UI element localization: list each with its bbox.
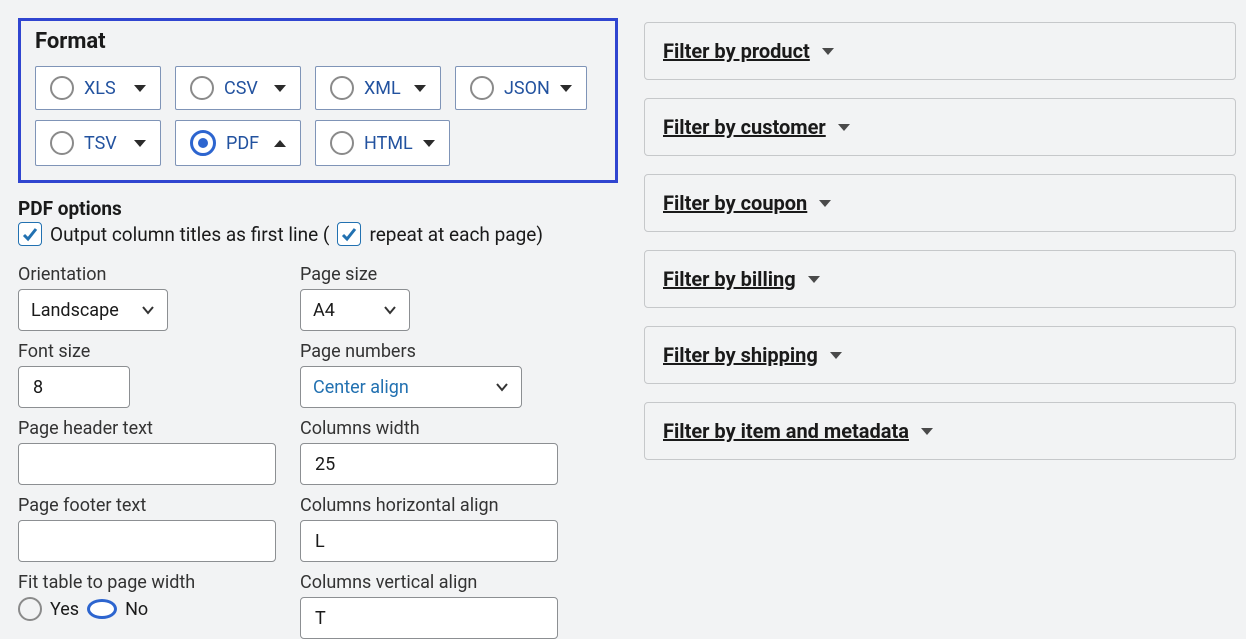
format-option-tsv[interactable]: TSV — [35, 120, 161, 166]
radio-icon — [330, 76, 354, 100]
font-size-value[interactable] — [31, 376, 117, 399]
page-numbers-label: Page numbers — [300, 341, 558, 362]
filter-title: Filter by coupon — [663, 191, 807, 215]
page-footer-text-input[interactable] — [18, 520, 276, 562]
format-option-pdf[interactable]: PDF — [175, 120, 301, 166]
pdf-options-heading: PDF options — [18, 197, 618, 220]
columns-h-align-label: Columns horizontal align — [300, 495, 558, 516]
radio-icon — [50, 76, 74, 100]
page-footer-text-value[interactable] — [31, 530, 263, 553]
filter-title: Filter by product — [663, 39, 810, 63]
filter-by-product[interactable]: Filter by product — [644, 22, 1236, 80]
orientation-label: Orientation — [18, 264, 300, 285]
columns-v-align-input[interactable] — [300, 597, 558, 639]
fit-table-radio-no[interactable] — [87, 599, 117, 619]
caret-down-icon — [414, 85, 426, 92]
format-option-label: PDF — [226, 133, 264, 154]
fit-table-label: Fit table to page width — [18, 572, 300, 593]
page-numbers-value: Center align — [313, 377, 409, 398]
checkbox-output-titles[interactable] — [18, 222, 42, 246]
columns-h-align-input[interactable] — [300, 520, 558, 562]
filter-by-item-meta[interactable]: Filter by item and metadata — [644, 402, 1236, 460]
pdf-options: PDF options Output column titles as firs… — [18, 183, 618, 639]
page-size-value: A4 — [313, 300, 335, 321]
page-size-select[interactable]: A4 — [300, 289, 410, 331]
caret-down-icon — [822, 48, 834, 55]
output-titles-text-a: Output column titles as first line ( — [50, 223, 329, 246]
caret-down-icon — [134, 85, 146, 92]
format-panel: Format XLS CSV XML — [18, 18, 618, 183]
format-option-label: XML — [364, 78, 404, 99]
radio-icon — [330, 131, 354, 155]
filter-title: Filter by billing — [663, 267, 796, 291]
radio-icon — [190, 76, 214, 100]
format-option-label: HTML — [364, 133, 413, 154]
caret-up-icon — [274, 140, 286, 147]
filter-by-billing[interactable]: Filter by billing — [644, 250, 1236, 308]
radio-icon — [470, 76, 494, 100]
radio-icon — [50, 131, 74, 155]
filter-title: Filter by customer — [663, 115, 826, 139]
check-icon — [22, 226, 38, 242]
format-option-label: JSON — [504, 78, 550, 99]
columns-width-input[interactable] — [300, 443, 558, 485]
columns-v-align-label: Columns vertical align — [300, 572, 558, 593]
caret-down-icon — [808, 276, 820, 283]
fit-table-radio-yes[interactable] — [18, 597, 42, 621]
page-numbers-select[interactable]: Center align — [300, 366, 522, 408]
font-size-label: Font size — [18, 341, 300, 362]
chevron-down-icon — [141, 303, 155, 317]
format-option-json[interactable]: JSON — [455, 66, 587, 110]
columns-h-align-value[interactable] — [313, 530, 545, 553]
page-size-label: Page size — [300, 264, 558, 285]
filter-by-customer[interactable]: Filter by customer — [644, 98, 1236, 156]
page-header-text-label: Page header text — [18, 418, 300, 439]
orientation-value: Landscape — [31, 300, 119, 321]
caret-down-icon — [560, 85, 572, 92]
radio-icon — [190, 130, 216, 156]
filter-title: Filter by shipping — [663, 343, 818, 367]
filter-title: Filter by item and metadata — [663, 419, 909, 443]
page-header-text-value[interactable] — [31, 453, 263, 476]
page-header-text-input[interactable] — [18, 443, 276, 485]
check-icon — [341, 226, 357, 242]
filter-by-coupon[interactable]: Filter by coupon — [644, 174, 1236, 232]
font-size-input[interactable] — [18, 366, 130, 408]
checkbox-repeat-each-page[interactable] — [337, 222, 361, 246]
format-option-xls[interactable]: XLS — [35, 66, 161, 110]
format-option-label: CSV — [224, 78, 264, 99]
columns-width-label: Columns width — [300, 418, 558, 439]
caret-down-icon — [838, 124, 850, 131]
caret-down-icon — [274, 85, 286, 92]
filter-by-shipping[interactable]: Filter by shipping — [644, 326, 1236, 384]
format-option-label: TSV — [84, 133, 124, 154]
caret-down-icon — [423, 140, 435, 147]
caret-down-icon — [921, 428, 933, 435]
fit-table-no-label: No — [125, 599, 148, 620]
format-option-xml[interactable]: XML — [315, 66, 441, 110]
format-option-label: XLS — [84, 78, 124, 99]
caret-down-icon — [830, 352, 842, 359]
caret-down-icon — [819, 200, 831, 207]
chevron-down-icon — [383, 303, 397, 317]
format-option-html[interactable]: HTML — [315, 120, 450, 166]
chevron-down-icon — [495, 380, 509, 394]
output-titles-text-b: repeat at each page) — [369, 223, 543, 246]
page-footer-text-label: Page footer text — [18, 495, 300, 516]
orientation-select[interactable]: Landscape — [18, 289, 168, 331]
columns-width-value[interactable] — [313, 453, 545, 476]
caret-down-icon — [134, 140, 146, 147]
format-option-csv[interactable]: CSV — [175, 66, 301, 110]
fit-table-yes-label: Yes — [50, 599, 79, 620]
columns-v-align-value[interactable] — [313, 607, 545, 630]
format-heading: Format — [35, 29, 601, 54]
